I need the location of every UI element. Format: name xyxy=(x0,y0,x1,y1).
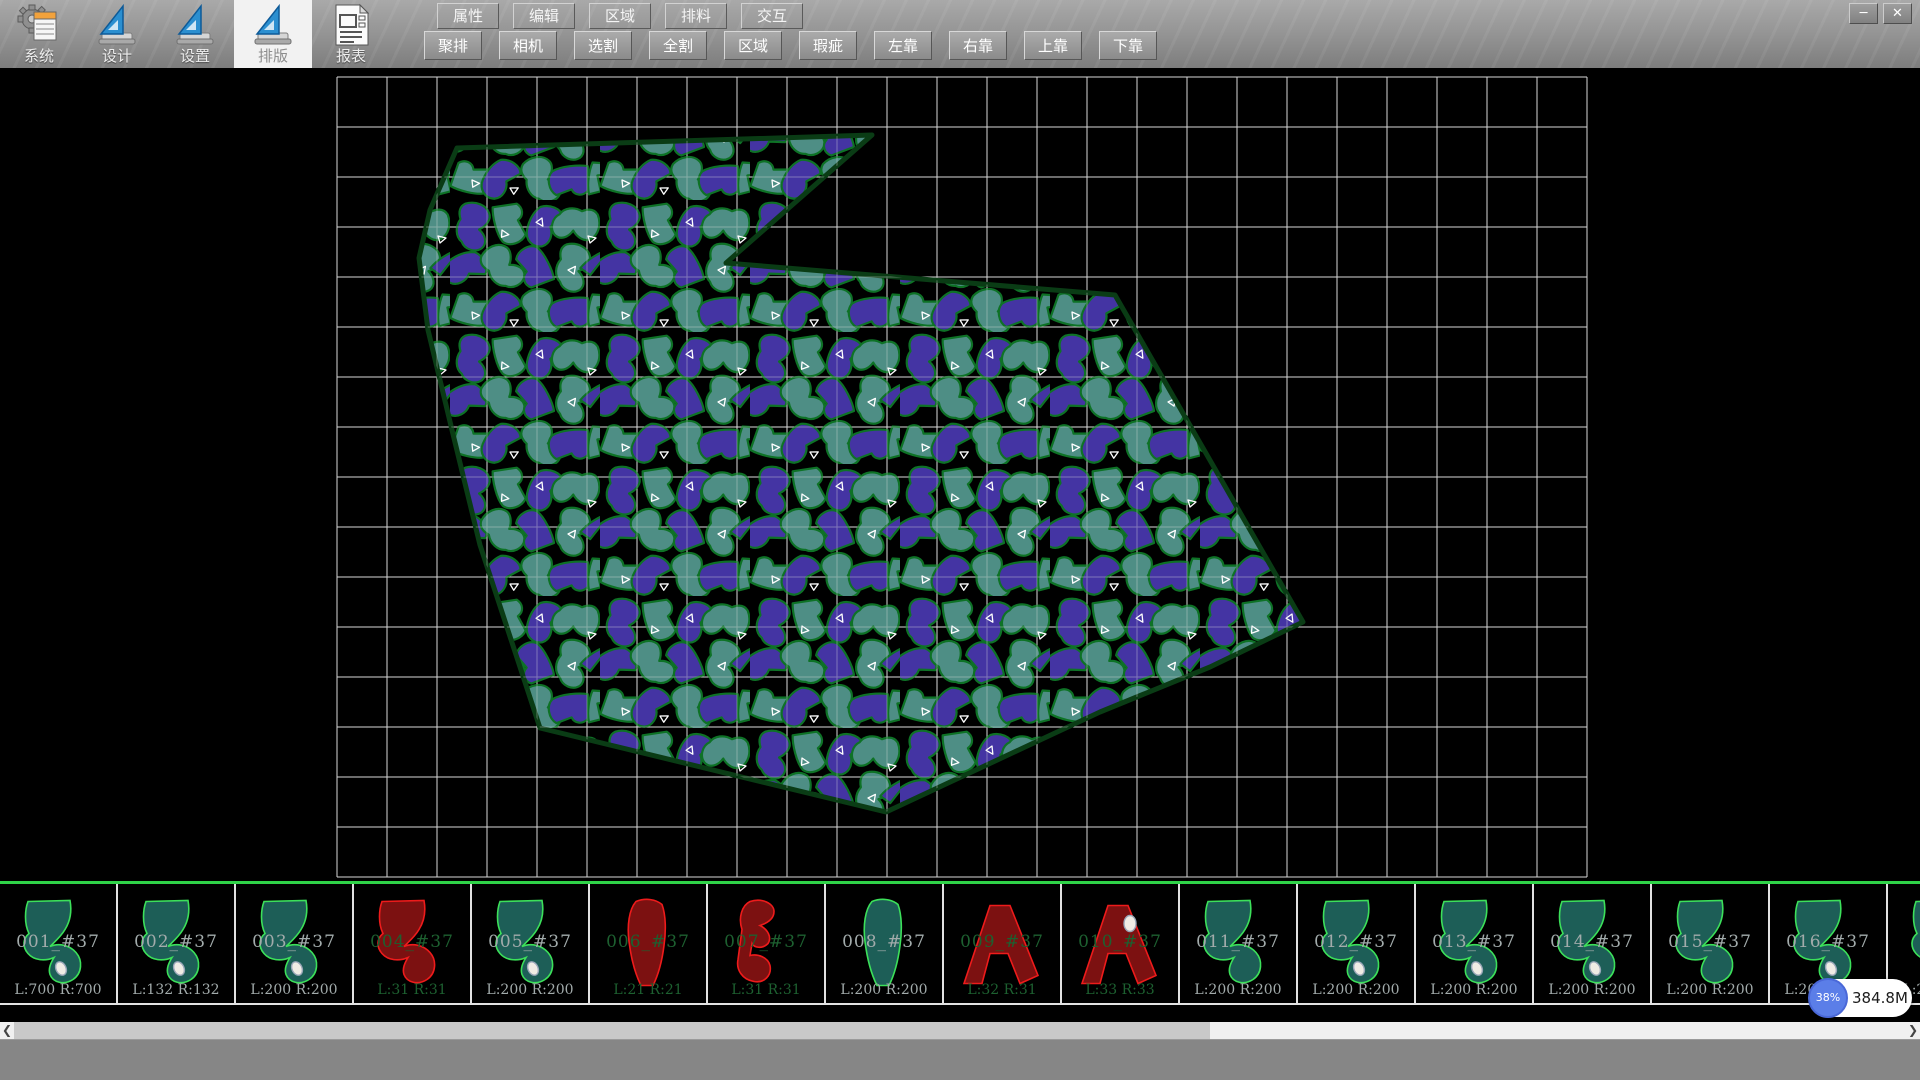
tool-button-7[interactable]: 左靠 xyxy=(874,31,932,60)
big-button-label: 系统 xyxy=(0,47,78,65)
tool-button-3[interactable]: 选割 xyxy=(574,31,632,60)
close-icon: ✕ xyxy=(1892,6,1903,21)
piece-lr-label: L:200 R:200 xyxy=(1298,982,1414,998)
piece-thumbnail-014[interactable]: 014_#37 L:200 R:200 xyxy=(1534,884,1652,1003)
scroll-right-arrow[interactable]: ❯ xyxy=(1906,1022,1920,1039)
big-button-label: 排版 xyxy=(234,47,312,65)
piece-thumbnail-strip: 001_#37L:700 R:700002_#37L:132 R:132003_… xyxy=(0,884,1920,1005)
piece-name-label: 008_#37 xyxy=(826,932,942,952)
set-square-icon xyxy=(172,3,218,47)
piece-thumbnail-007[interactable]: 007_#37 L:31 R:31 xyxy=(708,884,826,1003)
piece-lr-label: L:700 R:700 xyxy=(0,982,116,998)
piece-lr-label: L:200 R:200 xyxy=(1652,982,1768,998)
piece-lr-label: L:31 R:31 xyxy=(354,982,470,998)
menu-tab-5[interactable]: 交互 xyxy=(741,3,803,29)
piece-lr-label: L:132 R:132 xyxy=(118,982,234,998)
piece-name-label: 006_#37 xyxy=(590,932,706,952)
piece-thumbnail-011[interactable]: 011_#37 L:200 R:200 xyxy=(1180,884,1298,1003)
nesting-canvas[interactable] xyxy=(0,68,1920,881)
report-doc-icon xyxy=(328,3,374,47)
piece-name-label: 013_#37 xyxy=(1416,932,1532,952)
piece-thumbnail-010[interactable]: 010_#37 L:33 R:33 xyxy=(1062,884,1180,1003)
piece-lr-label: L:200 R:200 xyxy=(1416,982,1532,998)
tool-button-8[interactable]: 右靠 xyxy=(949,31,1007,60)
piece-thumbnail-002[interactable]: 002_#37 L:132 R:132 xyxy=(118,884,236,1003)
system-gear-icon xyxy=(16,3,62,47)
minimize-icon: ─ xyxy=(1860,6,1868,21)
piece-name-label: 002_#37 xyxy=(118,932,234,952)
big-button-1[interactable]: 系统 xyxy=(0,0,78,68)
big-button-label: 报表 xyxy=(312,47,390,65)
piece-name-label: 012_#37 xyxy=(1298,932,1414,952)
main-toolbar: 系统设计设置排版报表 属性编辑区域排料交互 聚排相机选割全割区域瑕疵左靠右靠上靠… xyxy=(0,0,1920,69)
set-square-icon xyxy=(250,3,296,47)
piece-lr-label: L:21 R:21 xyxy=(590,982,706,998)
big-button-3[interactable]: 设置 xyxy=(156,0,234,68)
piece-name-label: 016_#37 xyxy=(1770,932,1886,952)
menu-tab-2[interactable]: 编辑 xyxy=(513,3,575,29)
piece-thumbnail-001[interactable]: 001_#37 L:700 R:700 xyxy=(0,884,118,1003)
tool-button-5[interactable]: 区域 xyxy=(724,31,782,60)
progress-percent-badge: 38% xyxy=(1808,978,1848,1018)
piece-lr-label: L:32 R:31 xyxy=(944,982,1060,998)
big-button-label: 设计 xyxy=(78,47,156,65)
set-square-icon xyxy=(94,3,140,47)
piece-name-label: 004_#37 xyxy=(354,932,470,952)
piece-name-label: 009_#37 xyxy=(944,932,1060,952)
nesting-app-window: 系统设计设置排版报表 属性编辑区域排料交互 聚排相机选割全割区域瑕疵左靠右靠上靠… xyxy=(0,0,1920,1080)
piece-lr-label: L:200 R:200 xyxy=(472,982,588,998)
leather-hide[interactable] xyxy=(419,135,1303,812)
piece-thumbnail-012[interactable]: 012_#37 L:200 R:200 xyxy=(1298,884,1416,1003)
piece-thumbnail-004[interactable]: 004_#37 L:31 R:31 xyxy=(354,884,472,1003)
piece-lr-label: L:200 R:200 xyxy=(1180,982,1296,998)
piece-name-label: 014_#37 xyxy=(1534,932,1650,952)
piece-thumbnail-008[interactable]: 008_#37 L:200 R:200 xyxy=(826,884,944,1003)
piece-name-label: 011_#37 xyxy=(1180,932,1296,952)
tool-button-4[interactable]: 全割 xyxy=(649,31,707,60)
piece-thumbnail-005[interactable]: 005_#37 L:200 R:200 xyxy=(472,884,590,1003)
horizontal-scrollbar[interactable]: ❮ ❯ xyxy=(0,1022,1920,1039)
piece-lr-label: L:31 R:31 xyxy=(708,982,824,998)
tool-button-6[interactable]: 瑕疵 xyxy=(799,31,857,60)
status-bar xyxy=(0,1039,1920,1080)
big-button-label: 设置 xyxy=(156,47,234,65)
piece-name-label: 015_#37 xyxy=(1652,932,1768,952)
tool-button-9[interactable]: 上靠 xyxy=(1024,31,1082,60)
piece-lr-label: L:200 R:200 xyxy=(236,982,352,998)
close-button[interactable]: ✕ xyxy=(1883,3,1912,24)
piece-name-label: 001_#37 xyxy=(0,932,116,952)
big-button-5[interactable]: 报表 xyxy=(312,0,390,68)
piece-name-label: 003_#37 xyxy=(236,932,352,952)
piece-thumbnail-006[interactable]: 006_#37 L:21 R:21 xyxy=(590,884,708,1003)
piece-thumbnail-009[interactable]: 009_#37 L:32 R:31 xyxy=(944,884,1062,1003)
big-button-2[interactable]: 设计 xyxy=(78,0,156,68)
tool-button-2[interactable]: 相机 xyxy=(499,31,557,60)
tool-button-1[interactable]: 聚排 xyxy=(424,31,482,60)
big-button-4[interactable]: 排版 xyxy=(234,0,312,68)
piece-thumbnail-003[interactable]: 003_#37 L:200 R:200 xyxy=(236,884,354,1003)
progress-badge: 38% 384.8M xyxy=(1810,979,1912,1017)
piece-lr-label: L:33 R:33 xyxy=(1062,982,1178,998)
scrollbar-thumb[interactable] xyxy=(14,1022,1210,1039)
tool-button-10[interactable]: 下靠 xyxy=(1099,31,1157,60)
menu-tab-3[interactable]: 区域 xyxy=(589,3,651,29)
scroll-left-arrow[interactable]: ❮ xyxy=(0,1022,14,1039)
menu-tab-1[interactable]: 属性 xyxy=(437,3,499,29)
piece-name-label: 010_#37 xyxy=(1062,932,1178,952)
piece-name-label: 005_#37 xyxy=(472,932,588,952)
memory-size-label: 384.8M xyxy=(1852,979,1908,1017)
piece-lr-label: L:200 R:200 xyxy=(1534,982,1650,998)
piece-thumbnail-013[interactable]: 013_#37 L:200 R:200 xyxy=(1416,884,1534,1003)
piece-name-label: 007_#37 xyxy=(708,932,824,952)
piece-thumbnail-015[interactable]: 015_#37 L:200 R:200 xyxy=(1652,884,1770,1003)
minimize-button[interactable]: ─ xyxy=(1849,3,1878,24)
menu-tab-4[interactable]: 排料 xyxy=(665,3,727,29)
piece-lr-label: L:200 R:200 xyxy=(826,982,942,998)
